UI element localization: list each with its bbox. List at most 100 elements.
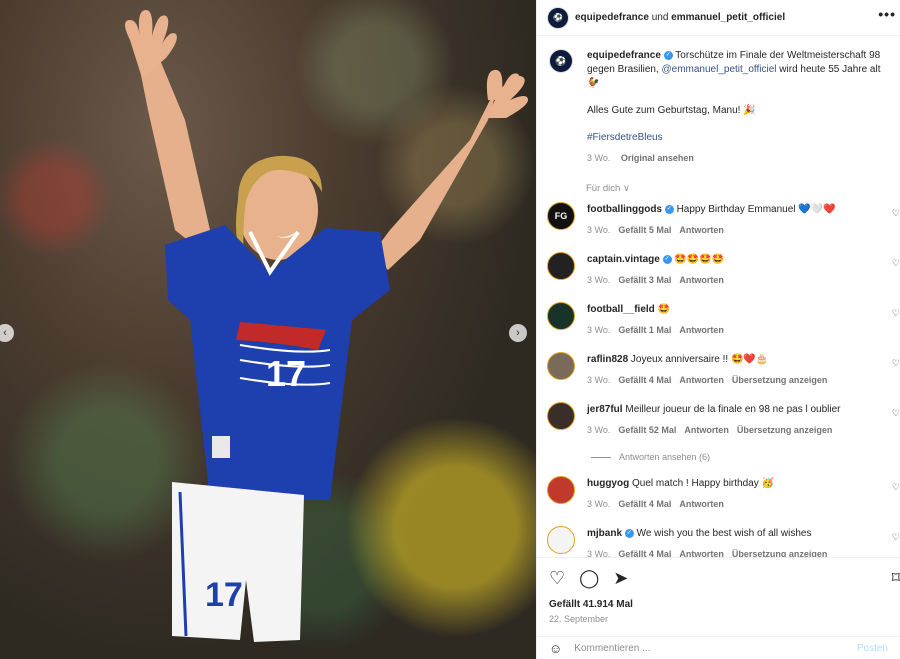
translate-button[interactable]: Übersetzung anzeigen xyxy=(737,425,833,435)
commenter-username[interactable]: raflin828 xyxy=(587,354,628,365)
verified-icon: ✓ xyxy=(663,50,673,60)
replies-label: Antworten ansehen (6) xyxy=(619,452,711,462)
caption-line2: Alles Gute zum Geburtstag, Manu! 🎉 xyxy=(587,105,756,116)
comments-scroll[interactable]: ⚽ equipedefrance ✓ Torschütze im Finale … xyxy=(537,37,900,557)
comment-text: Meilleur joueur de la finale en 98 ne pa… xyxy=(625,404,841,415)
comment-likes[interactable]: Gefällt 3 Mal xyxy=(618,275,671,285)
commenter-avatar[interactable] xyxy=(547,402,575,430)
caption-username[interactable]: equipedefrance xyxy=(587,50,661,61)
heart-icon[interactable]: ♡ xyxy=(892,258,900,269)
comment-likes[interactable]: Gefällt 4 Mal xyxy=(618,549,671,557)
comment-item: mjbank ✓ We wish you the best wish of al… xyxy=(537,526,900,557)
svg-text:17: 17 xyxy=(266,353,306,394)
post-side-panel: ⚽ equipedefrance und emmanuel_petit_offi… xyxy=(536,0,900,659)
author-link[interactable]: equipedefrance xyxy=(575,12,649,23)
post-photo[interactable]: 17 17 ‹ › xyxy=(0,0,536,659)
translate-button[interactable]: Übersetzung anzeigen xyxy=(732,375,828,385)
caption-meta: 3 Wo. Original ansehen xyxy=(587,151,890,165)
comment-text: Quel match ! Happy birthday 🥳 xyxy=(632,478,774,489)
comment-age: 3 Wo. xyxy=(587,275,611,285)
commenter-username[interactable]: captain.vintage xyxy=(587,254,660,265)
replies-divider xyxy=(591,457,611,459)
reply-button[interactable]: Antworten xyxy=(679,225,724,235)
share-icon[interactable]: ➤ xyxy=(613,568,628,589)
comment-likes[interactable]: Gefällt 4 Mal xyxy=(618,499,671,509)
caption-age: 3 Wo. xyxy=(587,153,611,163)
reply-button[interactable]: Antworten xyxy=(679,499,724,509)
reply-button[interactable]: Antworten xyxy=(684,425,729,435)
reply-button[interactable]: Antworten xyxy=(679,375,724,385)
comment-text: 🤩🤩🤩🤩 xyxy=(674,254,725,265)
caption-hashtag[interactable]: #FiersdetreBleus xyxy=(587,131,890,145)
commenter-avatar[interactable] xyxy=(547,252,575,280)
comment-age: 3 Wo. xyxy=(587,549,611,557)
heart-icon[interactable]: ♡ xyxy=(549,568,565,589)
avatar-initials: FG xyxy=(554,211,568,221)
view-replies-button[interactable]: Antworten ansehen (6) xyxy=(591,452,900,462)
emoji-icon[interactable]: ☺ xyxy=(549,641,562,656)
comments-list-more: huggyog Quel match ! Happy birthday 🥳 3 W… xyxy=(537,476,900,557)
account-avatar[interactable]: ⚽ xyxy=(547,6,569,29)
caption-mention[interactable]: @emmanuel_petit_officiel xyxy=(662,64,777,75)
post-date: 22. September xyxy=(549,614,609,624)
heart-icon[interactable]: ♡ xyxy=(892,532,900,543)
comment-item: football__field 🤩 3 Wo. Gefällt 1 Mal Antwo… xyxy=(537,302,900,352)
translate-button[interactable]: Übersetzung anzeigen xyxy=(732,549,828,557)
for-you-filter[interactable]: Für dich ∨ xyxy=(586,183,900,194)
commenter-avatar[interactable] xyxy=(547,526,575,554)
comment-item: captain.vintage ✓ 🤩🤩🤩🤩 3 Wo. Gefällt 3 Mal… xyxy=(537,252,900,302)
comment-age: 3 Wo. xyxy=(587,225,611,235)
verified-icon: ✓ xyxy=(664,204,674,214)
caption-avatar[interactable]: ⚽ xyxy=(549,49,573,73)
commenter-avatar[interactable] xyxy=(547,476,575,504)
post-button[interactable]: Posten xyxy=(857,643,888,654)
comment-input[interactable]: Kommentieren ... xyxy=(574,643,857,654)
comment-age: 3 Wo. xyxy=(587,375,611,385)
commenter-avatar[interactable]: FG xyxy=(547,202,575,230)
comment-text: Joyeux anniversaire !! 🤩❤️🎂 xyxy=(630,354,769,365)
commenter-avatar[interactable] xyxy=(547,302,575,330)
comment-age: 3 Wo. xyxy=(587,325,611,335)
comment-likes[interactable]: Gefällt 4 Mal xyxy=(618,375,671,385)
reply-button[interactable]: Antworten xyxy=(679,549,724,557)
heart-icon[interactable]: ♡ xyxy=(892,408,900,419)
comment-likes[interactable]: Gefällt 52 Mal xyxy=(618,425,676,435)
comment-item: jer87ful Meilleur joueur de la finale en… xyxy=(537,402,900,452)
comment-text: We wish you the best wish of all wishes xyxy=(636,528,812,539)
comments-list: FG footballinggods ✓ Happy Birthday Emman… xyxy=(537,202,900,452)
comment-composer: ☺ Kommentieren ... Posten xyxy=(537,636,900,659)
svg-text:17: 17 xyxy=(205,576,243,614)
commenter-avatar[interactable] xyxy=(547,352,575,380)
heart-icon[interactable]: ♡ xyxy=(892,308,900,319)
heart-icon[interactable]: ♡ xyxy=(892,208,900,219)
comment-age: 3 Wo. xyxy=(587,425,611,435)
reply-button[interactable]: Antworten xyxy=(679,275,724,285)
commenter-username[interactable]: football__field xyxy=(587,304,655,315)
comment-text: Happy Birthday Emmanuel 💙🤍❤️ xyxy=(676,204,836,215)
bookmark-icon[interactable]: ⌑ xyxy=(892,568,900,588)
comment-item: FG footballinggods ✓ Happy Birthday Emman… xyxy=(537,202,900,252)
post-caption: ⚽ equipedefrance ✓ Torschütze im Finale … xyxy=(537,37,900,165)
post-authors: equipedefrance und emmanuel_petit_offici… xyxy=(575,12,785,23)
comment-likes[interactable]: Gefällt 1 Mal xyxy=(618,325,671,335)
chevron-right-icon[interactable]: › xyxy=(509,324,527,342)
commenter-username[interactable]: huggyog xyxy=(587,478,629,489)
view-original-button[interactable]: Original ansehen xyxy=(621,153,694,163)
commenter-username[interactable]: jer87ful xyxy=(587,404,623,415)
player-illustration: 17 17 xyxy=(125,10,528,642)
verified-icon: ✓ xyxy=(624,528,634,538)
comment-likes[interactable]: Gefällt 5 Mal xyxy=(618,225,671,235)
comment-icon[interactable]: ◯ xyxy=(579,568,599,589)
heart-icon[interactable]: ♡ xyxy=(892,358,900,369)
commenter-username[interactable]: mjbank xyxy=(587,528,622,539)
reply-button[interactable]: Antworten xyxy=(679,325,724,335)
comment-age: 3 Wo. xyxy=(587,499,611,509)
heart-icon[interactable]: ♡ xyxy=(892,482,900,493)
collaborator-link[interactable]: emmanuel_petit_officiel xyxy=(671,12,785,23)
more-icon[interactable]: ••• xyxy=(878,6,896,22)
comment-item: raflin828 Joyeux anniversaire !! 🤩❤️🎂 3 W… xyxy=(537,352,900,402)
post-actions: ♡ ◯ ➤ ⌑ Gefällt 41.914 Mal 22. September… xyxy=(537,557,900,657)
comment-text: 🤩 xyxy=(657,304,671,315)
commenter-username[interactable]: footballinggods xyxy=(587,204,662,215)
like-count[interactable]: Gefällt 41.914 Mal xyxy=(549,599,900,610)
